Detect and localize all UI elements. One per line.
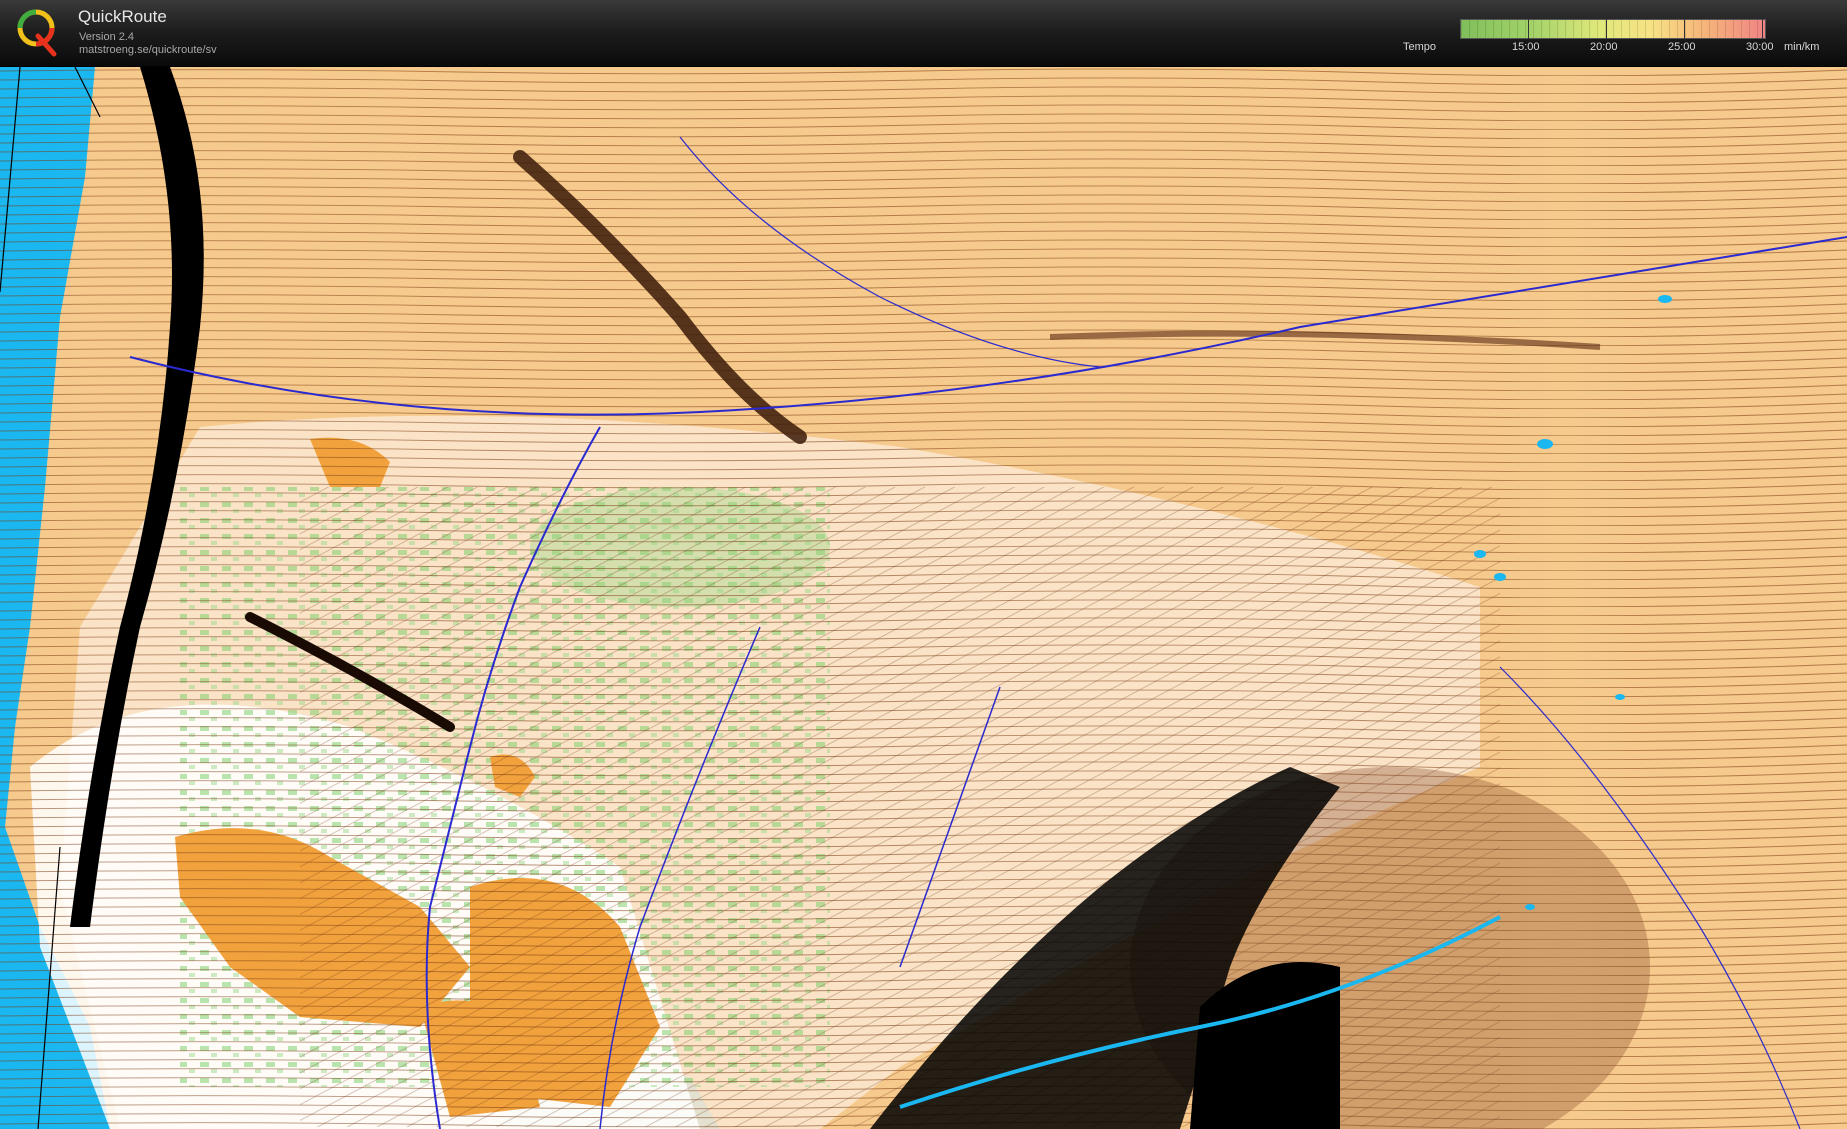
small-lake (1615, 694, 1625, 700)
legend-unit: min/km (1784, 41, 1820, 53)
legend-notch (1684, 19, 1685, 39)
quickroute-logo-icon (17, 9, 57, 57)
legend-notch (1606, 19, 1607, 39)
app-title: QuickRoute (78, 7, 167, 26)
pace-color-scale (1460, 19, 1766, 39)
legend-notch (1528, 19, 1529, 39)
app-version: Version 2.4 (79, 31, 135, 43)
orienteering-map[interactable] (0, 67, 1847, 1129)
legend-tick: 20:00 (1590, 41, 1618, 53)
legend-notch (1762, 19, 1763, 39)
small-lake (1537, 439, 1553, 449)
small-lake (1474, 550, 1486, 558)
app-url[interactable]: matstroeng.se/quickroute/sv (79, 44, 217, 56)
small-lake (1658, 295, 1672, 303)
legend-label: Tempo (1403, 41, 1437, 53)
legend-tick: 25:00 (1668, 41, 1696, 53)
small-lake (1494, 573, 1506, 581)
legend-tick: 30:00 (1746, 41, 1774, 53)
map-canvas[interactable] (0, 67, 1847, 1129)
small-lake (1525, 904, 1535, 910)
legend-tick: 15:00 (1512, 41, 1540, 53)
header-bar: QuickRoute Version 2.4 matstroeng.se/qui… (0, 0, 1847, 67)
